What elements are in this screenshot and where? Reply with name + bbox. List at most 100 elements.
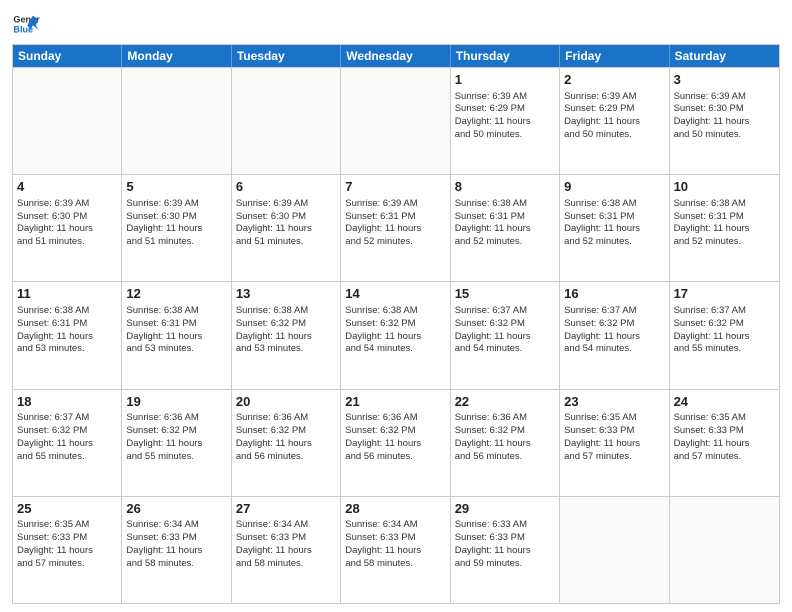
day-info-line: and 54 minutes. bbox=[564, 343, 632, 354]
cal-day-cell: 29Sunrise: 6:33 AMSunset: 6:33 PMDayligh… bbox=[451, 497, 560, 603]
day-info-line: Sunset: 6:33 PM bbox=[236, 532, 306, 543]
day-info-line: Sunrise: 6:36 AM bbox=[345, 412, 417, 423]
cal-day-header: Sunday bbox=[13, 45, 122, 67]
day-info-line: Sunrise: 6:36 AM bbox=[236, 412, 308, 423]
day-number: 23 bbox=[564, 393, 664, 411]
calendar: SundayMondayTuesdayWednesdayThursdayFrid… bbox=[12, 44, 780, 604]
day-info-line: Sunrise: 6:34 AM bbox=[236, 519, 308, 530]
day-info-line: Sunset: 6:33 PM bbox=[17, 532, 87, 543]
cal-day-header: Monday bbox=[122, 45, 231, 67]
cal-day-cell: 16Sunrise: 6:37 AMSunset: 6:32 PMDayligh… bbox=[560, 282, 669, 388]
day-number: 17 bbox=[674, 285, 775, 303]
cal-day-cell: 20Sunrise: 6:36 AM Sunset: 6:32 PM Dayligh… bbox=[232, 390, 341, 496]
day-info-line: Sunrise: 6:36 AM bbox=[126, 412, 198, 423]
day-info-line: Sunset: 6:32 PM bbox=[455, 425, 525, 436]
day-number: 24 bbox=[674, 393, 775, 411]
cal-day-cell: 28Sunrise: 6:34 AMSunset: 6:33 PMDayligh… bbox=[341, 497, 450, 603]
cal-empty-cell bbox=[13, 68, 122, 174]
cal-empty-cell bbox=[670, 497, 779, 603]
day-info-line: Daylight: 11 hours bbox=[126, 223, 202, 234]
day-info-line: and 54 minutes. bbox=[455, 343, 523, 354]
cal-day-cell: 4Sunrise: 6:39 AMSunset: 6:30 PMDaylight… bbox=[13, 175, 122, 281]
day-info-line: Sunset: 6:31 PM bbox=[17, 318, 87, 329]
day-number: 28 bbox=[345, 500, 445, 518]
cal-week: 11Sunrise: 6:38 AMSunset: 6:31 PMDayligh… bbox=[13, 281, 779, 388]
day-info-line: Daylight: 11 hours bbox=[17, 331, 93, 342]
cal-day-cell: 15Sunrise: 6:37 AMSunset: 6:32 PMDayligh… bbox=[451, 282, 560, 388]
day-number: 16 bbox=[564, 285, 664, 303]
cal-day-cell: 3Sunrise: 6:39 AMSunset: 6:30 PMDaylight… bbox=[670, 68, 779, 174]
day-info-line: and 58 minutes. bbox=[236, 558, 304, 569]
cal-day-cell: 22Sunrise: 6:36 AMSunset: 6:32 PMDayligh… bbox=[451, 390, 560, 496]
day-info-line: Sunset: 6:33 PM bbox=[126, 532, 196, 543]
day-info-line: Sunrise: 6:39 AM bbox=[455, 91, 527, 102]
day-info-line: Daylight: 11 hours bbox=[674, 116, 750, 127]
cal-day-header: Tuesday bbox=[232, 45, 341, 67]
cal-day-header: Thursday bbox=[451, 45, 560, 67]
day-info-line: Sunrise: 6:35 AM bbox=[564, 412, 636, 423]
day-info-line: Sunrise: 6:39 AM bbox=[126, 198, 198, 209]
day-info-line: Daylight: 11 hours bbox=[345, 223, 421, 234]
cal-day-cell: 11Sunrise: 6:38 AMSunset: 6:31 PMDayligh… bbox=[13, 282, 122, 388]
day-info-line: and 50 minutes. bbox=[455, 129, 523, 140]
day-number: 7 bbox=[345, 178, 445, 196]
day-info-line: and 53 minutes. bbox=[126, 343, 194, 354]
day-info-line: Daylight: 11 hours bbox=[564, 438, 640, 449]
day-info-line: and 57 minutes. bbox=[564, 451, 632, 462]
cal-empty-cell bbox=[122, 68, 231, 174]
day-info-line: Daylight: 11 hours bbox=[455, 331, 531, 342]
day-info-line: Sunrise: 6:37 AM bbox=[674, 305, 746, 316]
day-number: 22 bbox=[455, 393, 555, 411]
day-number: 8 bbox=[455, 178, 555, 196]
cal-day-cell: 2Sunrise: 6:39 AMSunset: 6:29 PMDaylight… bbox=[560, 68, 669, 174]
cal-day-cell: 13Sunrise: 6:38 AMSunset: 6:32 PMDayligh… bbox=[232, 282, 341, 388]
cal-day-cell: 5Sunrise: 6:39 AMSunset: 6:30 PMDaylight… bbox=[122, 175, 231, 281]
cal-day-cell: 18Sunrise: 6:37 AMSunset: 6:32 PMDayligh… bbox=[13, 390, 122, 496]
day-info-line: and 51 minutes. bbox=[236, 236, 304, 247]
day-info-line: Sunset: 6:30 PM bbox=[126, 211, 196, 222]
cal-week: 4Sunrise: 6:39 AMSunset: 6:30 PMDaylight… bbox=[13, 174, 779, 281]
cal-day-cell: 25Sunrise: 6:35 AMSunset: 6:33 PMDayligh… bbox=[13, 497, 122, 603]
day-number: 1 bbox=[455, 71, 555, 89]
day-info-line: Sunset: 6:32 PM bbox=[564, 318, 634, 329]
day-info-line: and 51 minutes. bbox=[126, 236, 194, 247]
day-info-line: Daylight: 11 hours bbox=[564, 223, 640, 234]
day-info-line: Daylight: 11 hours bbox=[236, 223, 312, 234]
day-info-line: and 55 minutes. bbox=[17, 451, 85, 462]
day-info-line: Sunrise: 6:39 AM bbox=[17, 198, 89, 209]
day-info-line: Sunset: 6:30 PM bbox=[17, 211, 87, 222]
day-number: 26 bbox=[126, 500, 226, 518]
day-info-line: Sunset: 6:31 PM bbox=[674, 211, 744, 222]
day-info-line: Sunset: 6:29 PM bbox=[564, 103, 634, 114]
day-info-line: Daylight: 11 hours bbox=[345, 545, 421, 556]
day-number: 3 bbox=[674, 71, 775, 89]
day-info-line: Sunset: 6:32 PM bbox=[455, 318, 525, 329]
cal-week: 25Sunrise: 6:35 AM Sunset: 6:33 PM Dayligh… bbox=[13, 496, 779, 603]
day-info-line: Sunrise: 6:37 AM bbox=[564, 305, 636, 316]
day-info-line: Daylight: 11 hours bbox=[17, 438, 93, 449]
day-info-line: Sunset: 6:32 PM bbox=[345, 425, 415, 436]
day-number: 2 bbox=[564, 71, 664, 89]
day-info-line: Daylight: 11 hours bbox=[236, 438, 312, 449]
day-info-line: Sunrise: 6:39 AM bbox=[236, 198, 308, 209]
calendar-body: 1 Sunrise: 6:39 AM Sunset: 6:29 PM Daylight… bbox=[13, 67, 779, 603]
day-info-line: Sunset: 6:33 PM bbox=[674, 425, 744, 436]
day-info-line: Sunrise: 6:35 AM bbox=[17, 519, 89, 530]
day-info-line: Sunset: 6:32 PM bbox=[236, 425, 306, 436]
day-info-line: and 59 minutes. bbox=[455, 558, 523, 569]
day-info-line: Daylight: 11 hours bbox=[17, 223, 93, 234]
cal-day-cell: 23Sunrise: 6:35 AMSunset: 6:33 PMDayligh… bbox=[560, 390, 669, 496]
day-info-line: Sunrise: 6:38 AM bbox=[564, 198, 636, 209]
day-info-line: Sunset: 6:32 PM bbox=[17, 425, 87, 436]
cal-empty-cell bbox=[341, 68, 450, 174]
day-info-line: Sunset: 6:30 PM bbox=[236, 211, 306, 222]
day-info-line: Sunset: 6:31 PM bbox=[126, 318, 196, 329]
day-info-line: Daylight: 11 hours bbox=[126, 438, 202, 449]
calendar-header-row: SundayMondayTuesdayWednesdayThursdayFrid… bbox=[13, 45, 779, 67]
day-number: 25 bbox=[17, 500, 117, 518]
day-number: 20 bbox=[236, 393, 336, 411]
cal-empty-cell bbox=[560, 497, 669, 603]
cal-day-cell: 7Sunrise: 6:39 AMSunset: 6:31 PMDaylight… bbox=[341, 175, 450, 281]
day-info-line: Sunset: 6:32 PM bbox=[674, 318, 744, 329]
day-number: 27 bbox=[236, 500, 336, 518]
